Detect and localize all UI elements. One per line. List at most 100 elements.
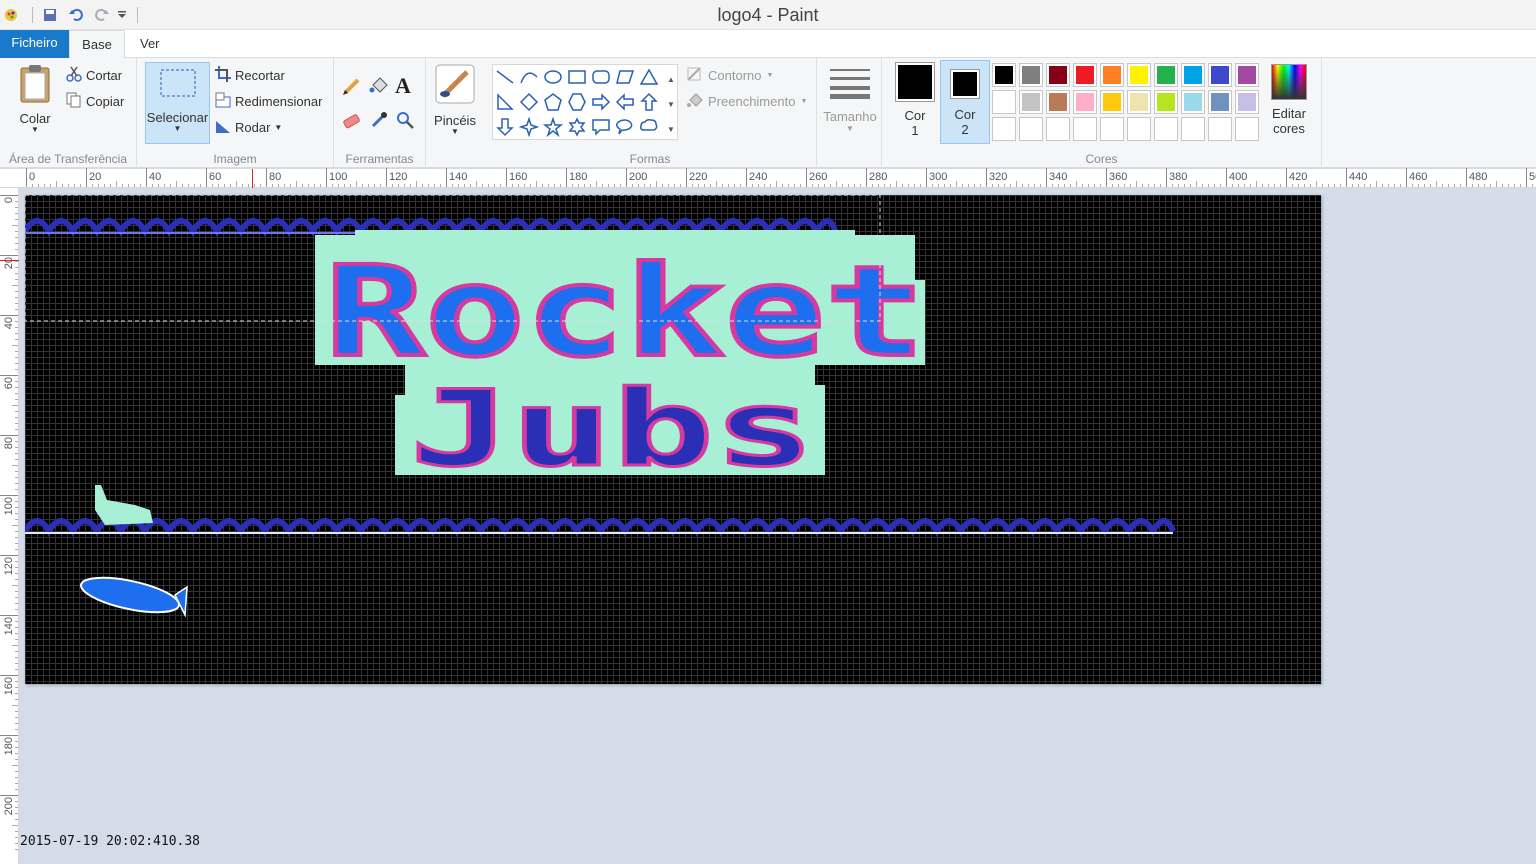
- eraser-icon[interactable]: [342, 110, 362, 130]
- palette-swatch[interactable]: [1073, 63, 1097, 87]
- palette-swatch[interactable]: [1100, 63, 1124, 87]
- outline-button[interactable]: Contorno ▼: [686, 66, 773, 85]
- palette-swatch[interactable]: [1046, 63, 1070, 87]
- palette-swatch[interactable]: [1073, 90, 1097, 114]
- palette-swatch[interactable]: [1181, 63, 1205, 87]
- pentagon-shape-icon[interactable]: [542, 91, 564, 113]
- edit-colors-button[interactable]: Editar cores: [1266, 64, 1312, 136]
- ruler-minor-tick: [104, 184, 105, 187]
- customize-qat-icon[interactable]: [117, 4, 127, 26]
- custom-color-slot[interactable]: [1208, 117, 1232, 141]
- ruler-minor-tick: [932, 184, 933, 187]
- ruler-minor-tick: [1532, 184, 1533, 187]
- magnifier-icon[interactable]: [395, 110, 415, 130]
- undo-icon[interactable]: [65, 4, 87, 26]
- tab-file[interactable]: Ficheiro: [0, 30, 69, 58]
- diamond-shape-icon[interactable]: [518, 91, 540, 113]
- color1-button[interactable]: Cor 1: [892, 62, 938, 144]
- size-button[interactable]: Tamanho ▼: [821, 66, 879, 133]
- ruler-minor-tick: [362, 184, 363, 187]
- paste-button[interactable]: Colar ▼: [12, 64, 58, 134]
- ruler-minor-tick: [44, 184, 45, 187]
- fill-button[interactable]: Preenchimento ▼: [686, 92, 807, 111]
- rounded-rectangle-shape-icon[interactable]: [590, 66, 612, 88]
- oval-callout-shape-icon[interactable]: [614, 116, 636, 138]
- fill-bucket-icon[interactable]: [369, 76, 389, 96]
- palette-swatch[interactable]: [992, 90, 1016, 114]
- palette-swatch[interactable]: [1019, 63, 1043, 87]
- palette-swatch[interactable]: [1100, 90, 1124, 114]
- rectangle-shape-icon[interactable]: [566, 66, 588, 88]
- ruler-minor-tick: [530, 184, 531, 187]
- swatch-color: [1157, 66, 1175, 84]
- copy-button[interactable]: Copiar: [66, 92, 124, 111]
- four-point-star-shape-icon[interactable]: [518, 116, 540, 138]
- left-arrow-shape-icon[interactable]: [614, 91, 636, 113]
- palette-swatch[interactable]: [1208, 63, 1232, 87]
- shapes-scroll[interactable]: ▲ ▼ ▼: [666, 67, 676, 137]
- tab-view[interactable]: Ver: [140, 30, 160, 58]
- custom-color-slot[interactable]: [1154, 117, 1178, 141]
- custom-color-slot[interactable]: [992, 117, 1016, 141]
- palette-swatch[interactable]: [1154, 90, 1178, 114]
- ruler-label: 360: [1109, 171, 1128, 183]
- custom-color-slot[interactable]: [1046, 117, 1070, 141]
- palette-swatch[interactable]: [1127, 63, 1151, 87]
- ruler-minor-tick: [15, 297, 18, 298]
- custom-color-slot[interactable]: [1235, 117, 1259, 141]
- palette-swatch[interactable]: [1019, 90, 1043, 114]
- color2-button[interactable]: Cor 2: [940, 60, 990, 144]
- save-icon[interactable]: [39, 4, 61, 26]
- five-point-star-shape-icon[interactable]: [542, 116, 564, 138]
- ruler-minor-tick: [15, 567, 18, 568]
- palette-swatch[interactable]: [992, 63, 1016, 87]
- ruler-minor-tick: [374, 184, 375, 187]
- select-button[interactable]: Selecionar ▼: [145, 62, 210, 144]
- triangle-shape-icon[interactable]: [638, 66, 660, 88]
- ruler-minor-tick: [1220, 184, 1221, 187]
- resize-button[interactable]: Redimensionar: [215, 92, 322, 111]
- palette-swatch[interactable]: [1154, 63, 1178, 87]
- ruler-label: 100: [3, 497, 15, 516]
- ruler-minor-tick: [290, 184, 291, 187]
- crop-button[interactable]: Recortar: [215, 66, 285, 85]
- up-arrow-shape-icon[interactable]: [638, 91, 660, 113]
- pencil-icon[interactable]: [342, 76, 362, 96]
- palette-swatch[interactable]: [1127, 90, 1151, 114]
- palette-swatch[interactable]: [1181, 90, 1205, 114]
- redo-icon[interactable]: [91, 4, 113, 26]
- curve-shape-icon[interactable]: [518, 66, 540, 88]
- rect-callout-shape-icon[interactable]: [590, 116, 612, 138]
- shapes-gallery: ▲ ▼ ▼: [492, 64, 678, 140]
- ruler-minor-tick: [1520, 184, 1521, 187]
- text-tool-icon[interactable]: A: [395, 73, 411, 99]
- six-point-star-shape-icon[interactable]: [566, 116, 588, 138]
- polygon-shape-icon[interactable]: [614, 66, 636, 88]
- custom-color-slot[interactable]: [1181, 117, 1205, 141]
- down-arrow-shape-icon[interactable]: [494, 116, 516, 138]
- custom-color-slot[interactable]: [1127, 117, 1151, 141]
- palette-swatch[interactable]: [1046, 90, 1070, 114]
- custom-color-slot[interactable]: [1100, 117, 1124, 141]
- brushes-button[interactable]: Pincéis ▼: [430, 64, 480, 136]
- custom-color-slot[interactable]: [1073, 117, 1097, 141]
- right-triangle-shape-icon[interactable]: [494, 91, 516, 113]
- right-arrow-shape-icon[interactable]: [590, 91, 612, 113]
- drawing-canvas[interactable]: Rocket Jubs: [25, 195, 1321, 684]
- paint-app-icon[interactable]: [0, 4, 22, 26]
- line-shape-icon[interactable]: [494, 66, 516, 88]
- cloud-callout-shape-icon[interactable]: [638, 116, 660, 138]
- cut-button[interactable]: Cortar: [66, 66, 122, 85]
- ruler-label: 0: [3, 197, 15, 204]
- palette-swatch[interactable]: [1208, 90, 1232, 114]
- ruler-label: 400: [1229, 171, 1248, 183]
- hexagon-shape-icon[interactable]: [566, 91, 588, 113]
- rotate-button[interactable]: Rodar ▼: [215, 118, 282, 137]
- ruler-tick: [86, 168, 87, 187]
- palette-swatch[interactable]: [1235, 63, 1259, 87]
- palette-swatch[interactable]: [1235, 90, 1259, 114]
- oval-shape-icon[interactable]: [542, 66, 564, 88]
- tab-base[interactable]: Base: [69, 30, 125, 59]
- custom-color-slot[interactable]: [1019, 117, 1043, 141]
- color-picker-icon[interactable]: [369, 110, 389, 130]
